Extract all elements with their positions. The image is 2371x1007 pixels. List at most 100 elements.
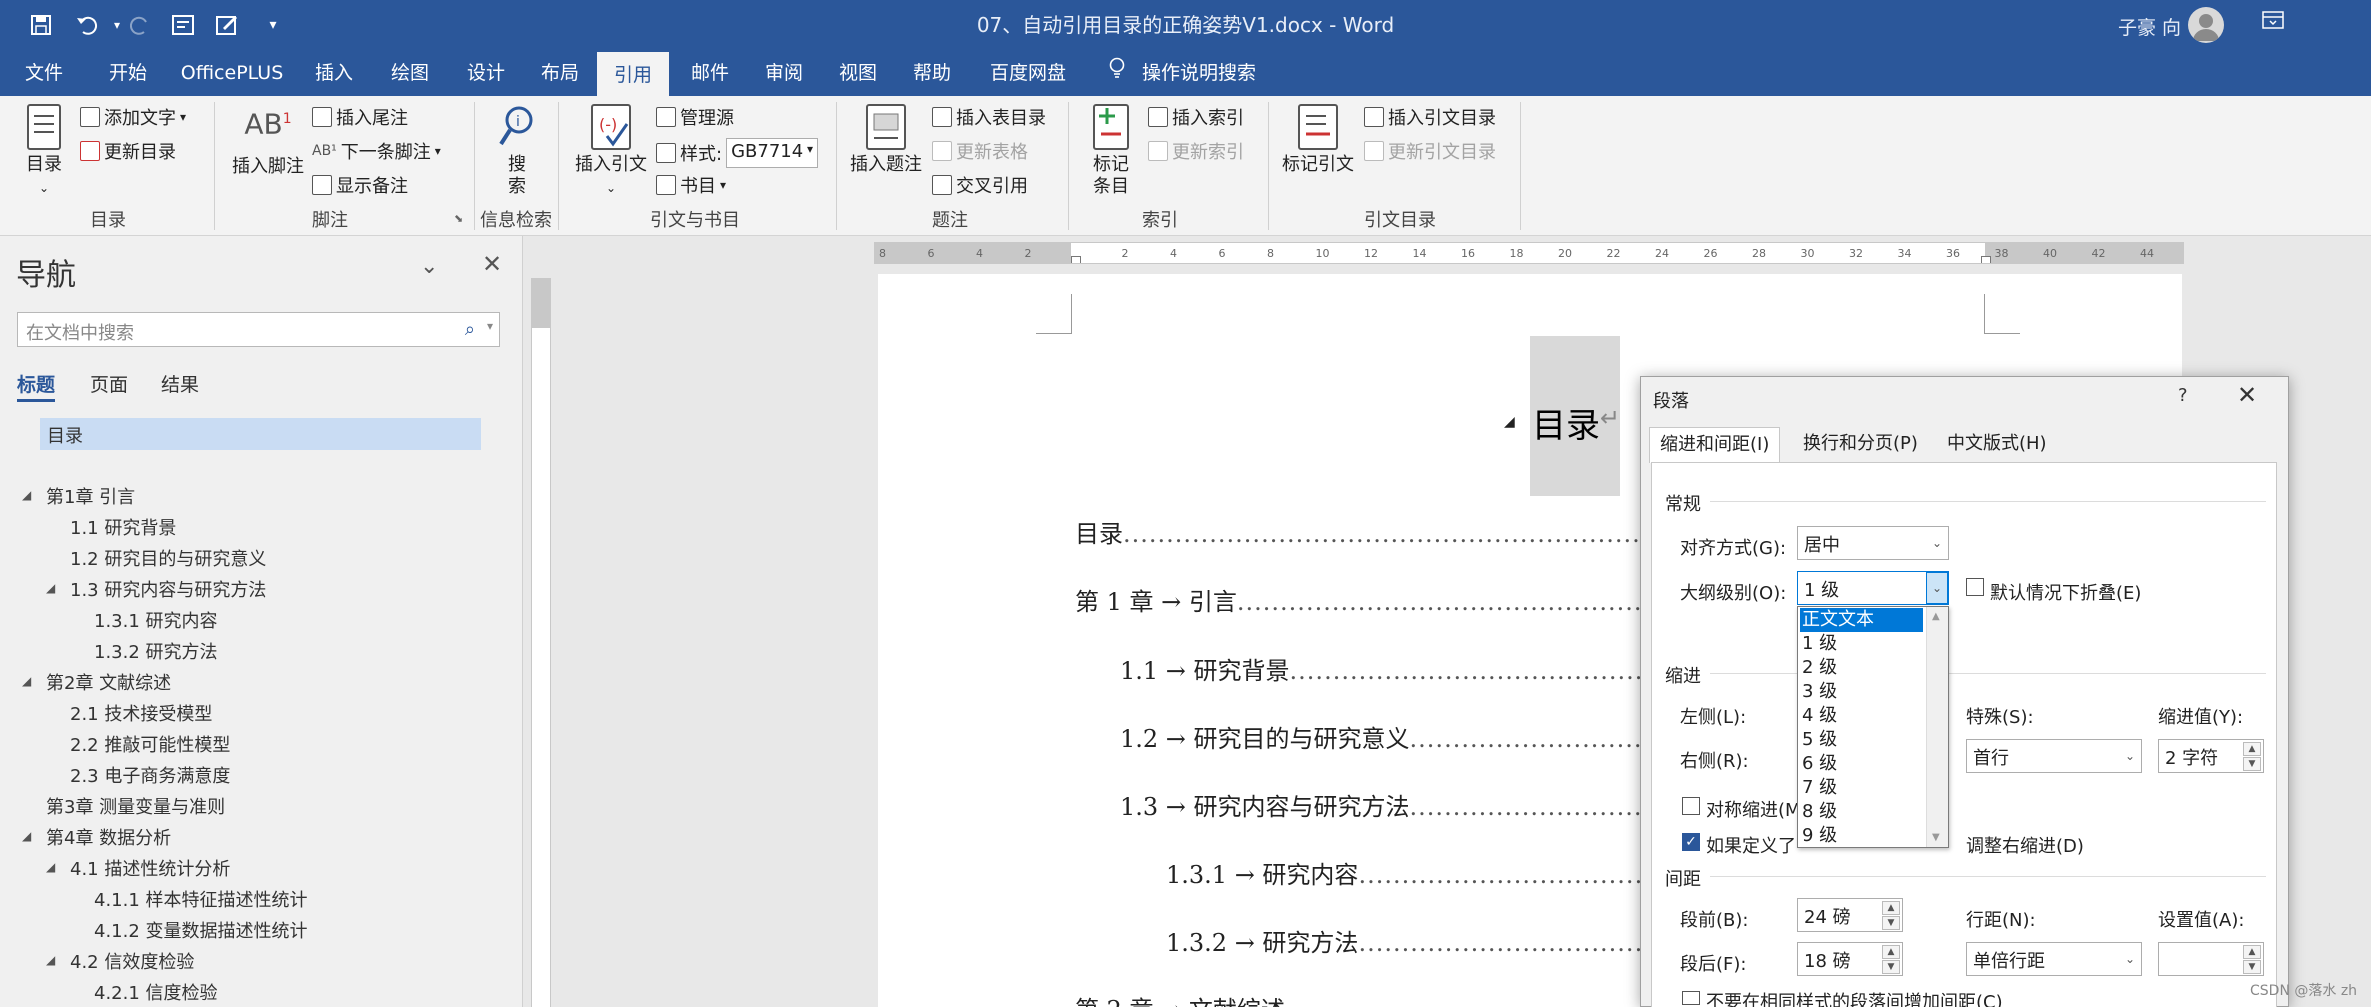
add-text-button[interactable]: 添加文字 ▾: [80, 104, 186, 130]
update-table-button[interactable]: 更新表格: [932, 138, 1028, 164]
nav-item[interactable]: 4.1.1 样本特征描述性统计: [94, 886, 308, 912]
tab-baidu[interactable]: 百度网盘: [978, 50, 1078, 96]
nav-item[interactable]: 1.3.1 研究内容: [94, 607, 218, 633]
mark-citation-button[interactable]: 标记引文: [1278, 104, 1358, 176]
outline-level-select[interactable]: 1 级 ⌄: [1797, 571, 1949, 605]
next-footnote-button[interactable]: AB¹ 下一条脚注 ▾: [312, 138, 441, 164]
right-indent-marker[interactable]: [1981, 256, 1991, 263]
outline-option[interactable]: 9 级: [1800, 824, 1923, 848]
tab-asian-typography[interactable]: 中文版式(H): [1937, 427, 2057, 463]
search-icon[interactable]: ⌕: [465, 319, 475, 340]
toc-line[interactable]: 1.3 → 研究内容与研究方法.........................…: [1120, 787, 1640, 822]
tab-mailings[interactable]: 邮件: [678, 50, 742, 96]
line-spacing-select[interactable]: 单倍行距 ⌄: [1966, 942, 2142, 976]
nav-search-input[interactable]: 在文档中搜索 ⌕ ▾: [17, 312, 500, 347]
scroll-up-icon[interactable]: ▲: [1932, 611, 1940, 622]
collapse-triangle-icon[interactable]: ◢: [46, 953, 55, 967]
style-selector[interactable]: 样式: GB7714 ▾: [656, 138, 819, 168]
ribbon-display-options-icon[interactable]: [2262, 10, 2284, 34]
tab-indents-spacing[interactable]: 缩进和间距(I): [1649, 427, 1781, 463]
nav-item[interactable]: 第1章 引言: [46, 483, 135, 509]
indent-by-spinner[interactable]: 2 字符 ▲ ▼: [2158, 739, 2264, 773]
outline-option[interactable]: 2 级: [1800, 656, 1923, 680]
tab-home[interactable]: 开始: [98, 50, 158, 96]
nav-tab-pages[interactable]: 页面: [90, 370, 128, 397]
nav-item[interactable]: 1.3 研究内容与研究方法: [70, 576, 266, 602]
tab-line-page-breaks[interactable]: 换行和分页(P): [1793, 427, 1928, 463]
update-toc-button[interactable]: 更新目录: [80, 138, 176, 164]
spin-up-icon[interactable]: ▲: [1882, 945, 1900, 959]
collapse-triangle-icon[interactable]: ◢: [1504, 414, 1515, 430]
nav-item[interactable]: 4.1.2 变量数据描述性统计: [94, 917, 308, 943]
space-after-spinner[interactable]: 18 磅 ▲ ▼: [1797, 942, 1903, 976]
collapse-triangle-icon[interactable]: ◢: [22, 674, 31, 688]
set-value-spinner[interactable]: ▲ ▼: [2158, 942, 2264, 976]
dropdown-scrollbar[interactable]: ▲ ▼: [1926, 607, 1948, 847]
nav-item-toc[interactable]: 目录: [47, 422, 83, 448]
tab-help[interactable]: 帮助: [900, 50, 964, 96]
nav-item[interactable]: 1.2 研究目的与研究意义: [70, 545, 266, 571]
outline-option[interactable]: 4 级: [1800, 704, 1923, 728]
space-before-spinner[interactable]: 24 磅 ▲ ▼: [1797, 898, 1903, 932]
insert-table-of-figures-button[interactable]: 插入表目录: [932, 104, 1046, 130]
toc-line[interactable]: 1.1 → 研究背景..............................…: [1120, 651, 1640, 686]
close-icon[interactable]: ✕: [2237, 381, 2257, 409]
insert-caption-button[interactable]: 插入题注: [846, 104, 926, 176]
toc-line[interactable]: 第 2 章 → 文献综述: [1075, 990, 1640, 1007]
spin-down-icon[interactable]: ▼: [2243, 960, 2261, 974]
style-dropdown[interactable]: GB7714 ▾: [726, 138, 819, 168]
spin-up-icon[interactable]: ▲: [2243, 945, 2261, 959]
collapse-triangle-icon[interactable]: ◢: [46, 860, 55, 874]
avatar[interactable]: [2188, 7, 2224, 43]
update-toa-button[interactable]: 更新引文目录: [1364, 138, 1496, 164]
bibliography-button[interactable]: 书目 ▾: [656, 172, 726, 198]
search-research-button[interactable]: i 搜索: [492, 104, 542, 198]
insert-endnote-button[interactable]: 插入尾注: [312, 104, 408, 130]
grid-adjust-checkbox[interactable]: ✓: [1682, 833, 1700, 851]
nav-item[interactable]: 第4章 数据分析: [46, 824, 171, 850]
nav-item[interactable]: 4.1 描述性统计分析: [70, 855, 230, 881]
spin-down-icon[interactable]: ▼: [1882, 960, 1900, 974]
update-index-button[interactable]: 更新索引: [1148, 138, 1244, 164]
outline-option[interactable]: 正文文本: [1800, 608, 1923, 632]
show-notes-button[interactable]: 显示备注: [312, 172, 408, 198]
outline-option[interactable]: 5 级: [1800, 728, 1923, 752]
chevron-down-icon[interactable]: ▾: [487, 319, 493, 333]
collapse-default-checkbox[interactable]: [1966, 578, 1984, 596]
insert-index-button[interactable]: 插入索引: [1148, 104, 1244, 130]
toc-heading[interactable]: 目录: [1532, 398, 1600, 447]
no-space-checkbox[interactable]: [1682, 991, 1700, 1005]
tab-insert[interactable]: 插入: [302, 50, 366, 96]
tab-design[interactable]: 设计: [454, 50, 518, 96]
tab-review[interactable]: 审阅: [752, 50, 816, 96]
toc-line[interactable]: 1.3.2 → 研究方法............................…: [1166, 923, 1640, 958]
outline-option[interactable]: 3 级: [1800, 680, 1923, 704]
nav-item[interactable]: 1.1 研究背景: [70, 514, 176, 540]
manage-sources-button[interactable]: 管理源: [656, 104, 734, 130]
mark-entry-button[interactable]: 标记条目: [1078, 104, 1144, 198]
tell-me-search[interactable]: 操作说明搜索: [1108, 50, 1256, 96]
nav-item[interactable]: 1.3.2 研究方法: [94, 638, 218, 664]
tab-layout[interactable]: 布局: [528, 50, 592, 96]
nav-item[interactable]: 2.3 电子商务满意度: [70, 762, 230, 788]
insert-toa-button[interactable]: 插入引文目录: [1364, 104, 1496, 130]
outline-option[interactable]: 7 级: [1800, 776, 1923, 800]
tab-draw[interactable]: 绘图: [378, 50, 442, 96]
tab-references[interactable]: 引用: [597, 52, 669, 96]
spin-up-icon[interactable]: ▲: [1882, 901, 1900, 915]
nav-item[interactable]: 4.2 信效度检验: [70, 948, 194, 974]
outline-option[interactable]: 8 级: [1800, 800, 1923, 824]
alignment-select[interactable]: 居中 ⌄: [1797, 526, 1949, 560]
insert-citation-button[interactable]: (-) 插入引文 ⌄: [568, 104, 654, 199]
nav-item[interactable]: 4.2.1 信度检验: [94, 979, 218, 1005]
indent-marker[interactable]: [1071, 256, 1081, 263]
nav-item[interactable]: 2.2 推敲可能性模型: [70, 731, 230, 757]
nav-item[interactable]: 2.1 技术接受模型: [70, 700, 212, 726]
toc-button[interactable]: 目录 ⌄: [16, 104, 72, 199]
collapse-triangle-icon[interactable]: ◢: [22, 488, 31, 502]
dialog-launcher-icon[interactable]: ⬊: [454, 212, 463, 225]
tab-view[interactable]: 视图: [826, 50, 890, 96]
close-icon[interactable]: ✕: [482, 250, 502, 278]
mirror-indent-checkbox[interactable]: [1682, 797, 1700, 815]
outline-option[interactable]: 1 级: [1800, 632, 1923, 656]
